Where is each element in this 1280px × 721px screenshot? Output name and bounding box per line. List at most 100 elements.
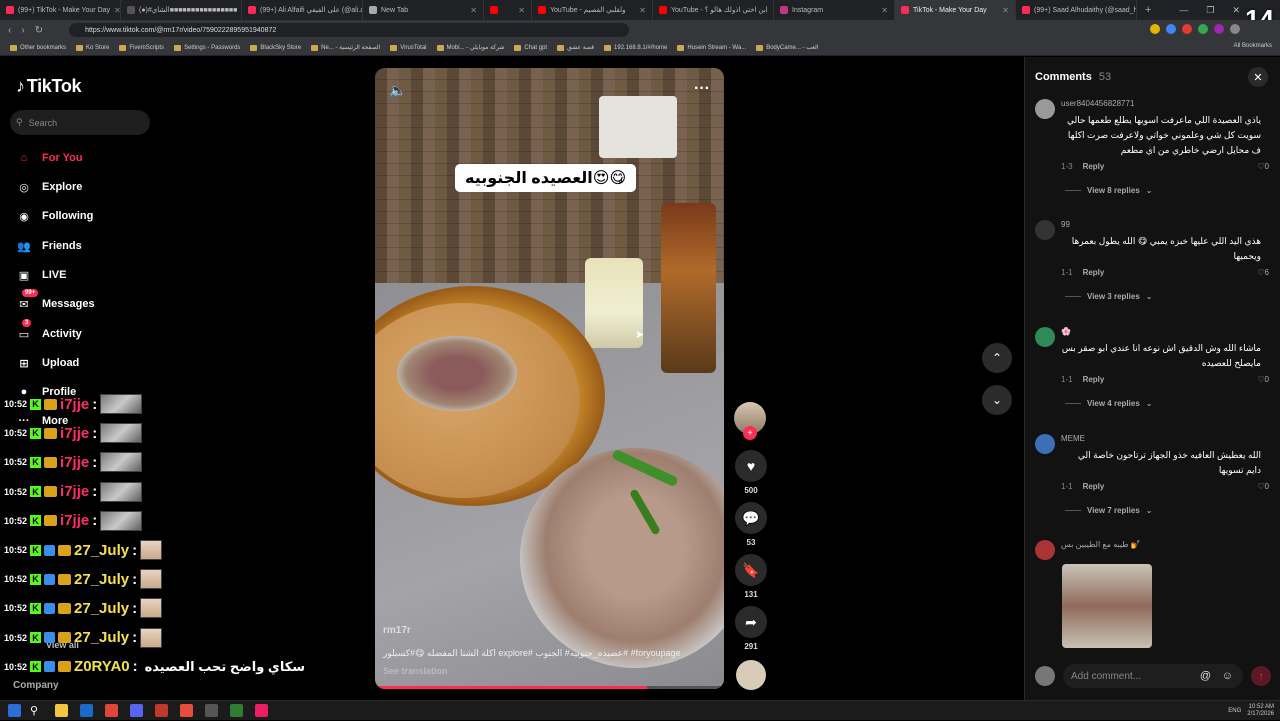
tab-close-icon[interactable]: ✕ — [518, 6, 525, 15]
comment-avatar[interactable] — [1035, 220, 1055, 240]
bookmark-item[interactable]: Ko Store — [76, 44, 109, 51]
follow-plus-icon[interactable]: + — [743, 426, 757, 440]
video-username[interactable]: rm17r — [383, 625, 411, 636]
bookmark-item[interactable]: Settings - Passwords — [174, 44, 240, 51]
comment-icon[interactable]: 💬 — [735, 502, 767, 534]
bookmark-item[interactable]: BodyCame... - العب — [756, 44, 819, 51]
bookmark-icon[interactable]: 🔖 — [735, 554, 767, 586]
video-player[interactable]: العصيده الجنوبيه😍😋 🔈 ··· rm17r اكلة الشت… — [375, 68, 724, 689]
app-icon[interactable] — [230, 704, 243, 717]
chat-username[interactable]: 27_July — [74, 629, 129, 646]
comment-button[interactable]: 💬 53 — [734, 502, 768, 547]
app-icon[interactable] — [205, 704, 218, 717]
extension-icon[interactable] — [1182, 24, 1192, 34]
comment-like[interactable]: ♡0 — [1257, 482, 1269, 491]
heart-icon[interactable]: ♥ — [735, 450, 767, 482]
browser-tab[interactable]: (99+) TikTok - Make Your Day ✕ — [0, 0, 121, 20]
tab-close-icon[interactable]: ✕ — [114, 6, 120, 15]
back-icon[interactable]: ‹ — [8, 25, 11, 36]
see-translation-link[interactable]: See translation — [383, 666, 448, 676]
browser-tab[interactable]: (●)#الشاي■■■■■■■■■■■■■■■■✕ — [121, 0, 242, 20]
bookmark-item[interactable]: Ne... - الصفحة الرئيسية — [311, 44, 380, 51]
new-tab-button[interactable]: + — [1137, 4, 1159, 16]
sidebar-item-live[interactable]: ▣ LIVE — [16, 267, 67, 283]
sidebar-item-for-you[interactable]: ⌂ For You — [16, 150, 83, 166]
browser-tab[interactable]: ✕ — [484, 0, 532, 20]
extension-icon[interactable] — [1150, 24, 1160, 34]
tab-close-icon[interactable]: ✕ — [881, 6, 888, 15]
chat-username[interactable]: i7jje — [60, 512, 89, 529]
sidebar-item-friends[interactable]: 👥 Friends — [16, 238, 82, 254]
comment-image[interactable] — [1062, 564, 1152, 648]
browser-tab[interactable]: (99+) Ali Alfaifi على الفيفي (@ali.alfai… — [242, 0, 363, 20]
bookmark-item[interactable]: Mobi... - شركة موبايلي — [436, 44, 504, 51]
view-replies-button[interactable]: View 3 replies ⌄ — [1065, 292, 1152, 301]
maximize-icon[interactable]: ❐ — [1206, 5, 1214, 16]
extension-icon[interactable] — [1166, 24, 1176, 34]
bookmark-item[interactable]: Chat gpt — [514, 44, 547, 51]
browser-tab[interactable]: YouTube - ولقلبي الفصيم ✕ — [532, 0, 653, 20]
view-replies-button[interactable]: View 8 replies ⌄ — [1065, 186, 1152, 195]
music-disc[interactable] — [736, 660, 766, 690]
sidebar-item-following[interactable]: ◉ Following — [16, 208, 93, 224]
tab-close-icon[interactable]: ✕ — [639, 6, 646, 15]
share-icon[interactable]: ➦ — [735, 606, 767, 638]
tab-close-icon[interactable]: ✕ — [1002, 6, 1009, 15]
browser-tab[interactable]: TikTok - Make Your Day ✕ — [895, 0, 1016, 20]
file-explorer-icon[interactable] — [55, 704, 68, 717]
chat-username[interactable]: i7jje — [60, 425, 89, 442]
next-video-button[interactable]: ⌄ — [982, 385, 1012, 415]
close-window-icon[interactable]: ✕ — [1232, 5, 1240, 16]
browser-tab[interactable]: Instagram ✕ — [774, 0, 895, 20]
comment-username[interactable]: 🌸 — [1061, 327, 1071, 336]
more-icon[interactable]: ··· — [694, 80, 710, 98]
video-progress-bar[interactable] — [375, 686, 724, 689]
chat-username[interactable]: 27_July — [74, 571, 129, 588]
browser-icon[interactable] — [105, 704, 118, 717]
clock[interactable]: 10:52 AM 2/17/2026 — [1247, 704, 1274, 718]
chat-username[interactable]: i7jje — [60, 483, 89, 500]
reply-button[interactable]: Reply — [1083, 268, 1105, 277]
bookmark-item[interactable]: VirusTotal — [390, 44, 427, 51]
chat-username[interactable]: 27_July — [74, 542, 129, 559]
bookmark-item[interactable]: Husein Stream - Wa... — [677, 44, 746, 51]
sidebar-item-upload[interactable]: ⊞ Upload — [16, 355, 79, 371]
bookmark-item[interactable]: قصة عشق — [557, 44, 594, 51]
app-icon[interactable] — [255, 704, 268, 717]
emoji-icon[interactable]: ☺ — [1222, 670, 1233, 682]
previous-video-button[interactable]: ⌃ — [982, 343, 1012, 373]
company-link[interactable]: Company — [13, 680, 59, 691]
tiktok-logo[interactable]: ♪ TikTok — [16, 76, 82, 97]
comment-username[interactable]: 99 — [1061, 220, 1070, 229]
volume-icon[interactable]: 🔈 — [389, 82, 406, 99]
reload-icon[interactable]: ↻ — [35, 25, 43, 36]
comment-username[interactable]: MEME — [1061, 434, 1085, 443]
reply-button[interactable]: Reply — [1083, 162, 1105, 171]
mention-icon[interactable]: @ — [1200, 670, 1211, 682]
browser-tab[interactable]: (99+) Saad Alhudaithy (@saad_hu7)✕ — [1016, 0, 1137, 20]
share-button[interactable]: ➦ 291 — [734, 606, 768, 651]
view-replies-button[interactable]: View 7 replies ⌄ — [1065, 506, 1152, 515]
comment-like[interactable]: ♡0 — [1257, 375, 1269, 384]
comment-avatar[interactable] — [1035, 327, 1055, 347]
bookmark-item[interactable]: 192.168.8.1/#/home — [604, 44, 667, 51]
comment-username[interactable]: طيبه مع الطيبين بس 💅 — [1061, 540, 1141, 549]
bookmark-item[interactable]: Other bookmarks — [10, 44, 66, 51]
start-icon[interactable] — [8, 704, 21, 717]
bookmark-item[interactable]: BlackSky Store — [250, 44, 301, 51]
comment-like[interactable]: ♡0 — [1257, 162, 1269, 171]
creator-avatar[interactable]: + — [734, 402, 766, 440]
bookmark-item[interactable]: FivemScripts — [119, 44, 164, 51]
extension-icon[interactable] — [1198, 24, 1208, 34]
comment-username[interactable]: user8404456828771 — [1061, 99, 1134, 108]
sidebar-item-activity[interactable]: ▭ Activity 3 — [16, 319, 82, 342]
url-field[interactable]: https://www.tiktok.com/@rm17r/video/7590… — [69, 23, 630, 37]
extension-icon[interactable] — [1214, 24, 1224, 34]
browser-tab[interactable]: New Tab ✕ — [363, 0, 484, 20]
extension-icon[interactable] — [1230, 24, 1240, 34]
close-icon[interactable]: ✕ — [1248, 67, 1268, 87]
forward-icon[interactable]: › — [21, 25, 24, 36]
comment-input[interactable]: Add comment... @ ☺ — [1063, 664, 1243, 688]
like-button[interactable]: ♥ 500 — [734, 450, 768, 495]
reply-button[interactable]: Reply — [1083, 375, 1105, 384]
